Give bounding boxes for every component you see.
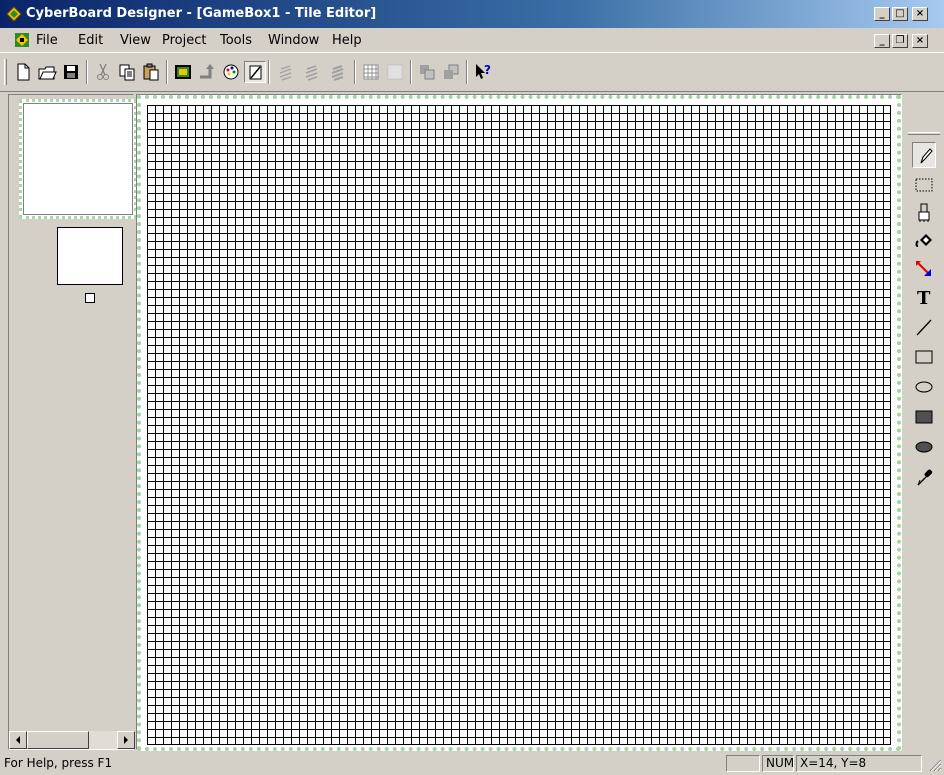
- toolbar-separator: [410, 60, 412, 84]
- mdi-restore-button[interactable]: ❐: [892, 34, 908, 48]
- status-help-text: For Help, press F1: [4, 756, 113, 770]
- canvas-selection-border: [137, 95, 901, 751]
- menu-project[interactable]: Project: [162, 33, 206, 48]
- window-title: CyberBoard Designer - [GameBox1 - Tile E…: [26, 6, 377, 21]
- layer-back-icon[interactable]: [416, 61, 438, 83]
- fine-grid-icon[interactable]: [384, 61, 406, 83]
- drawing-tool-palette: T: [906, 94, 944, 750]
- scroll-right-button[interactable]: [117, 731, 135, 749]
- svg-text:T: T: [917, 288, 931, 309]
- toolbar-separator: [268, 60, 270, 84]
- dotted-select-icon[interactable]: [912, 172, 936, 198]
- large-tile-preview-surface: [23, 103, 133, 215]
- ellipse-filled-icon[interactable]: [912, 434, 936, 460]
- status-coordinates: X=14, Y=8: [796, 755, 922, 772]
- cyberboard-app-icon[interactable]: [6, 6, 22, 22]
- toolbar-grip[interactable]: [4, 59, 7, 85]
- menu-bar: File Edit View Project Tools Window Help…: [0, 28, 944, 52]
- menu-window[interactable]: Window: [268, 33, 319, 48]
- title-bar: CyberBoard Designer - [GameBox1 - Tile E…: [0, 0, 944, 28]
- scroll-thumb[interactable]: [27, 731, 89, 749]
- open-folder-icon[interactable]: [36, 61, 58, 83]
- scroll-left-button[interactable]: [9, 731, 27, 749]
- grid-icon[interactable]: [360, 61, 382, 83]
- small-tile-preview[interactable]: [85, 293, 95, 303]
- menu-edit[interactable]: Edit: [78, 33, 103, 48]
- tile-preview-list[interactable]: [9, 95, 137, 731]
- toolbar-separator: [166, 60, 168, 84]
- palette-wheel-icon[interactable]: [220, 61, 242, 83]
- pixel-grid[interactable]: [147, 105, 891, 745]
- resize-grip-icon[interactable]: [926, 756, 942, 772]
- line-icon[interactable]: [912, 314, 936, 340]
- close-button[interactable]: ×: [912, 7, 928, 21]
- paint-bucket-icon[interactable]: [912, 228, 936, 254]
- medium-tile-preview[interactable]: [57, 227, 123, 285]
- rectangle-outline-icon[interactable]: [912, 344, 936, 370]
- no-tile-icon[interactable]: [244, 61, 266, 83]
- pencil-icon[interactable]: [912, 142, 936, 168]
- rectangle-filled-icon[interactable]: [912, 404, 936, 430]
- save-disk-icon[interactable]: [60, 61, 82, 83]
- tile-editor-canvas: [136, 94, 902, 751]
- tile-window-icon[interactable]: [172, 61, 194, 83]
- line-width-icon[interactable]: [328, 61, 350, 83]
- copy-icon[interactable]: [116, 61, 138, 83]
- menu-view[interactable]: View: [120, 33, 151, 48]
- mdi-close-button[interactable]: ×: [912, 34, 928, 48]
- toolbar-separator: [86, 60, 88, 84]
- paste-icon[interactable]: [140, 61, 162, 83]
- toolbar-separator: [466, 60, 468, 84]
- eyedropper-icon[interactable]: [912, 464, 936, 490]
- color-swap-icon[interactable]: [912, 256, 936, 282]
- brush-icon[interactable]: [912, 200, 936, 226]
- large-tile-preview[interactable]: [19, 99, 137, 219]
- mdi-minimize-button[interactable]: _: [874, 34, 890, 48]
- horizontal-scrollbar[interactable]: [9, 731, 135, 749]
- menu-help[interactable]: Help: [332, 33, 362, 48]
- status-num-indicator: NUM: [762, 755, 794, 772]
- toolbar-separator: [354, 60, 356, 84]
- menu-file[interactable]: File: [36, 33, 58, 48]
- minimize-button[interactable]: _: [874, 7, 890, 21]
- status-bar: For Help, press F1 NUM X=14, Y=8: [0, 752, 944, 772]
- ellipse-outline-icon[interactable]: [912, 374, 936, 400]
- layer-front-icon[interactable]: [440, 61, 462, 83]
- maximize-button[interactable]: □: [892, 7, 908, 21]
- help-pointer-icon[interactable]: ?: [472, 61, 494, 83]
- scissors-icon[interactable]: [92, 61, 114, 83]
- rotate-arrow-icon[interactable]: [196, 61, 218, 83]
- menu-tools[interactable]: Tools: [220, 33, 252, 48]
- text-icon[interactable]: T: [912, 284, 936, 310]
- status-pane-empty: [726, 755, 760, 772]
- toolbar: ?: [0, 52, 944, 92]
- tile-preview-panel: [8, 94, 137, 750]
- svg-text:?: ?: [484, 63, 491, 77]
- line-width-icon[interactable]: [302, 61, 324, 83]
- line-width-icon[interactable]: [276, 61, 298, 83]
- document-icon[interactable]: [14, 32, 30, 48]
- palette-grip[interactable]: [908, 132, 940, 135]
- new-file-icon[interactable]: [12, 61, 34, 83]
